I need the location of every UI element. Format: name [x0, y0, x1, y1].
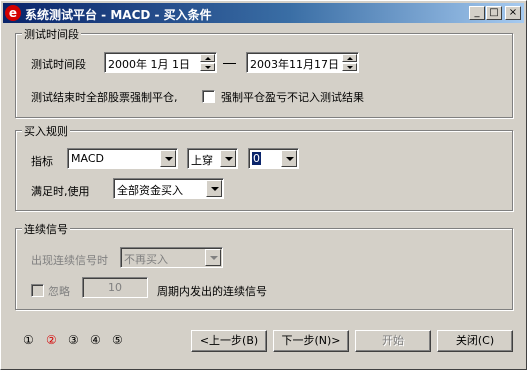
start-date-input[interactable]: 2000年 1月 1日	[104, 52, 217, 73]
exclude-pnl-label[interactable]: 强制平仓盈亏不记入测试结果	[221, 89, 364, 105]
start-date-up-arrow-icon[interactable]	[200, 54, 215, 62]
minimize-button[interactable]: _	[469, 6, 485, 20]
title-bar[interactable]: e 系统测试平台 - MACD - 买入条件 _ □ ×	[3, 3, 524, 23]
window-title: 系统测试平台 - MACD - 买入条件	[25, 8, 212, 22]
use-funds-label: 满足时,使用	[31, 185, 90, 198]
funds-select[interactable]: 全部资金买入	[113, 178, 224, 199]
continuous-signal-select[interactable]: 不再买入	[120, 247, 223, 268]
close-window-button[interactable]: ×	[505, 6, 521, 20]
test-period-label: 测试时间段	[31, 58, 86, 71]
buy-rules-group-title: 买入规则	[22, 123, 70, 139]
maximize-button[interactable]: □	[486, 6, 502, 20]
step-indicator-2: ②	[46, 333, 57, 347]
step-indicator-1: ①	[23, 333, 34, 347]
indicator-select[interactable]: MACD	[67, 148, 178, 169]
end-date-down-arrow-icon[interactable]	[342, 63, 357, 71]
continuous-signal-group-title: 连续信号	[22, 221, 70, 237]
buy-rules-group: 买入规则	[15, 123, 513, 211]
end-date-spinner[interactable]	[342, 54, 357, 71]
cross-direction-value: 上穿	[191, 154, 213, 167]
close-button[interactable]: 关闭(C)	[437, 330, 513, 352]
ignore-period-value: 10	[108, 281, 122, 294]
previous-step-button[interactable]: <上一步(B)	[191, 330, 267, 352]
start-date-value: 2000年 1月 1日	[108, 58, 190, 71]
app-logo-icon: e	[5, 5, 21, 21]
step-indicator-3: ③	[68, 333, 79, 347]
continuous-signal-chevron-down-icon[interactable]	[205, 249, 221, 266]
end-date-up-arrow-icon[interactable]	[342, 54, 357, 62]
indicator-label: 指标	[31, 155, 53, 168]
test-period-group: 测试时间段	[15, 26, 513, 118]
ignore-period-input[interactable]: 10	[82, 277, 148, 298]
ignore-label: 忽略	[48, 285, 70, 298]
force-close-note: 测试结束时全部股票强制平仓,	[31, 91, 178, 104]
end-date-value: 2003年11月17日	[250, 58, 339, 71]
indicator-chevron-down-icon[interactable]	[160, 150, 176, 167]
ignore-checkbox[interactable]	[31, 284, 44, 297]
next-step-button[interactable]: 下一步(N)>	[273, 330, 349, 352]
date-range-separator	[223, 63, 236, 64]
threshold-value: 0	[252, 152, 261, 165]
test-period-group-title: 测试时间段	[22, 26, 81, 42]
start-date-down-arrow-icon[interactable]	[200, 63, 215, 71]
funds-value: 全部资金买入	[117, 184, 183, 197]
threshold-chevron-down-icon[interactable]	[281, 150, 297, 167]
cross-direction-chevron-down-icon[interactable]	[220, 150, 236, 167]
end-date-input[interactable]: 2003年11月17日	[246, 52, 359, 73]
threshold-select[interactable]: 0	[248, 148, 299, 169]
start-button[interactable]: 开始	[355, 330, 431, 352]
exclude-pnl-checkbox[interactable]	[202, 90, 215, 103]
step-indicator-4: ④	[90, 333, 101, 347]
start-date-spinner[interactable]	[200, 54, 215, 71]
dialog-window: e 系统测试平台 - MACD - 买入条件 _ □ × 测试时间段 测试时间段…	[0, 0, 527, 370]
funds-chevron-down-icon[interactable]	[206, 180, 222, 197]
step-indicator-5: ⑤	[112, 333, 123, 347]
indicator-value: MACD	[71, 152, 104, 165]
cross-direction-select[interactable]: 上穿	[187, 148, 238, 169]
continuous-signal-label: 出现连续信号时	[31, 254, 108, 267]
continuous-signal-value: 不再买入	[124, 253, 168, 266]
ignore-period-suffix: 周期内发出的连续信号	[157, 285, 267, 298]
